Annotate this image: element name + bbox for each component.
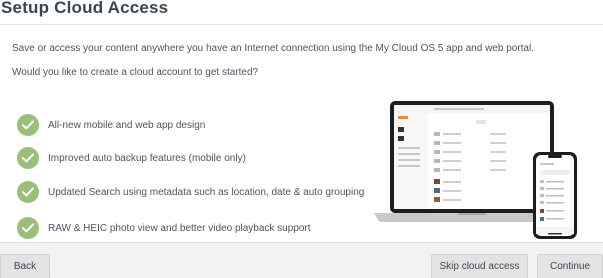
feature-item: All-new mobile and web app design [17, 113, 205, 137]
check-icon [17, 114, 39, 136]
intro-text: Save or access your content anywhere you… [12, 43, 534, 54]
skip-cloud-access-button[interactable]: Skip cloud access [431, 254, 528, 278]
feature-item: Updated Search using metadata such as lo… [17, 180, 364, 204]
check-icon [17, 217, 39, 239]
intro-question: Would you like to create a cloud account… [12, 67, 259, 78]
check-icon [17, 181, 39, 203]
back-button[interactable]: Back [0, 254, 50, 278]
feature-item: RAW & HEIC photo view and better video p… [17, 216, 311, 240]
check-icon [17, 147, 39, 169]
feature-label: Improved auto backup features (mobile on… [48, 152, 246, 164]
feature-item: Improved auto backup features (mobile on… [17, 146, 246, 170]
phone-illustration [533, 152, 577, 239]
page-title: Setup Cloud Access [1, 0, 169, 17]
content-panel: Save or access your content anywhere you… [0, 24, 603, 242]
continue-button[interactable]: Continue [537, 254, 603, 278]
footer-bar: Back Skip cloud access Continue [0, 242, 603, 278]
feature-label: RAW & HEIC photo view and better video p… [48, 222, 311, 234]
feature-label: All-new mobile and web app design [48, 119, 206, 131]
feature-label: Updated Search using metadata such as lo… [48, 186, 365, 198]
